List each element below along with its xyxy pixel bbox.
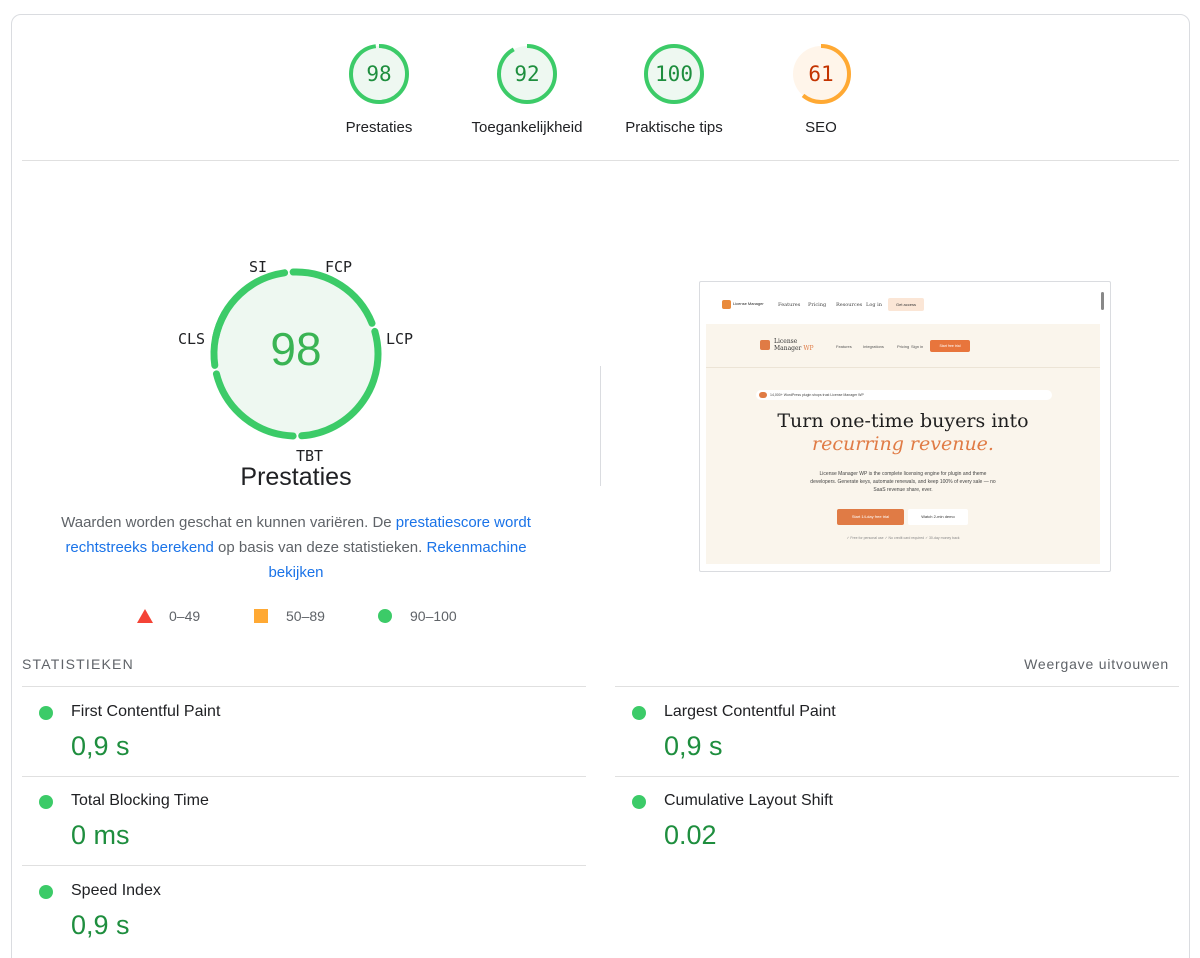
gauge-label: SEO — [805, 119, 837, 136]
legend-fail: 0–49 — [137, 608, 200, 624]
site-inner-link: Integrations — [863, 344, 884, 349]
site-embedded-page: License Manager WP Features Integrations… — [706, 324, 1100, 564]
site-nav-item: Pricing — [808, 302, 827, 308]
gauge-tag-cls[interactable]: CLS — [178, 330, 205, 348]
metric-fcp[interactable]: First Contentful Paint 0,9 s — [22, 687, 582, 776]
site-inner-brand: License Manager WP — [774, 338, 814, 352]
site-inner-nav: License Manager WP Features Integrations… — [706, 324, 1100, 368]
site-logo-icon — [722, 300, 731, 309]
metric-value: 0.02 — [664, 820, 717, 850]
gauge-label: Praktische tips — [625, 119, 723, 136]
performance-score: 98 — [270, 323, 322, 375]
gauge-score: 61 — [808, 62, 834, 86]
site-cta-secondary: Watch 2-min demo — [908, 509, 968, 525]
brand-line-text: Manager — [774, 345, 802, 352]
metric-name: Total Blocking Time — [71, 792, 209, 809]
statistics-heading: STATISTIEKEN — [22, 656, 134, 672]
divider — [22, 160, 1179, 161]
site-fine-print: ✓ Free for personal use ✓ No credit card… — [846, 536, 960, 540]
metric-value: 0,9 s — [71, 731, 130, 761]
pass-circle-icon — [39, 795, 53, 809]
site-inner-logo-icon — [760, 340, 770, 350]
metric-value: 0,9 s — [71, 910, 130, 940]
metric-lcp[interactable]: Largest Contentful Paint 0,9 s — [615, 687, 1175, 776]
circle-icon — [378, 609, 392, 623]
pass-circle-icon — [39, 706, 53, 720]
gauge-tag-si[interactable]: SI — [249, 258, 267, 276]
gauge-seo[interactable]: 61 SEO — [741, 42, 901, 136]
category-gauges: 98 Prestaties 92 Toegankelijkheid 100 Pr… — [0, 0, 1200, 160]
site-trial-button: Start free trial — [930, 340, 970, 352]
triangle-icon — [137, 609, 153, 623]
legend-label: 50–89 — [286, 608, 325, 624]
site-inner-link: Features — [836, 344, 852, 349]
legend-label: 90–100 — [410, 608, 457, 624]
description-text: Waarden worden geschat en kunnen variëre… — [61, 514, 396, 531]
legend-label: 0–49 — [169, 608, 201, 624]
gauge-best-practices[interactable]: 100 Praktische tips — [594, 42, 754, 136]
metric-name: Speed Index — [71, 882, 161, 899]
metric-name: Cumulative Layout Shift — [664, 792, 833, 809]
gauge-performance[interactable]: 98 Prestaties — [299, 42, 459, 136]
site-headline-accent: recurring revenue. — [812, 433, 994, 455]
gauge-label: Toegankelijkheid — [471, 119, 583, 136]
gauge-tag-lcp[interactable]: LCP — [386, 330, 413, 348]
site-cta-primary: Start 14-day free trial — [837, 509, 904, 525]
metric-value: 0,9 s — [664, 731, 723, 761]
vertical-divider — [600, 366, 601, 486]
gauge-accessibility[interactable]: 92 Toegankelijkheid — [447, 42, 607, 136]
metric-si[interactable]: Speed Index 0,9 s — [22, 866, 582, 955]
metric-name: Largest Contentful Paint — [664, 703, 836, 720]
pass-circle-icon — [632, 795, 646, 809]
metric-tbt[interactable]: Total Blocking Time 0 ms — [22, 776, 582, 865]
gauge-score: 100 — [655, 62, 693, 86]
site-inner-link: Pricing — [897, 344, 910, 349]
brand-line: Manager WP — [774, 345, 814, 352]
metric-value: 0 ms — [71, 820, 130, 850]
site-nav-item: Log in — [866, 302, 882, 308]
site-paragraph: License Manager WP is the complete licen… — [810, 471, 996, 493]
site-nav-item: Features — [778, 302, 801, 308]
gauge-score: 92 — [514, 62, 540, 86]
expand-view-button[interactable]: Weergave uitvouwen — [1024, 656, 1169, 672]
gauge-label: Prestaties — [345, 119, 413, 136]
site-inner-link: Sign in — [911, 344, 924, 349]
metric-cls[interactable]: Cumulative Layout Shift 0.02 — [615, 776, 1175, 865]
legend-pass: 90–100 — [378, 608, 457, 624]
gauge-tag-fcp[interactable]: FCP — [325, 258, 352, 276]
site-headline: Turn one-time buyers into — [777, 410, 1029, 432]
performance-description: Waarden worden geschat en kunnen variëre… — [40, 510, 552, 585]
site-logo-text: License Manager — [733, 301, 764, 306]
brand-suffix: WP — [803, 345, 814, 352]
final-screenshot[interactable]: License Manager Features Pricing Resourc… — [699, 281, 1111, 572]
square-icon — [254, 609, 268, 623]
site-trust-pill: 14,000+ WordPress plugin shops trust Lic… — [756, 390, 1052, 400]
site-scrollbar — [1101, 292, 1104, 310]
site-get-access-button: Get access — [888, 298, 924, 311]
brand-line: License — [774, 338, 798, 345]
pass-circle-icon — [632, 706, 646, 720]
metric-name: First Contentful Paint — [71, 703, 221, 720]
pass-circle-icon — [39, 885, 53, 899]
gauge-score: 98 — [366, 62, 392, 86]
legend-average: 50–89 — [254, 608, 325, 624]
description-text: op basis van deze statistieken. — [213, 539, 427, 556]
performance-title: Prestaties — [240, 463, 352, 491]
site-nav-item: Resources — [836, 302, 863, 308]
